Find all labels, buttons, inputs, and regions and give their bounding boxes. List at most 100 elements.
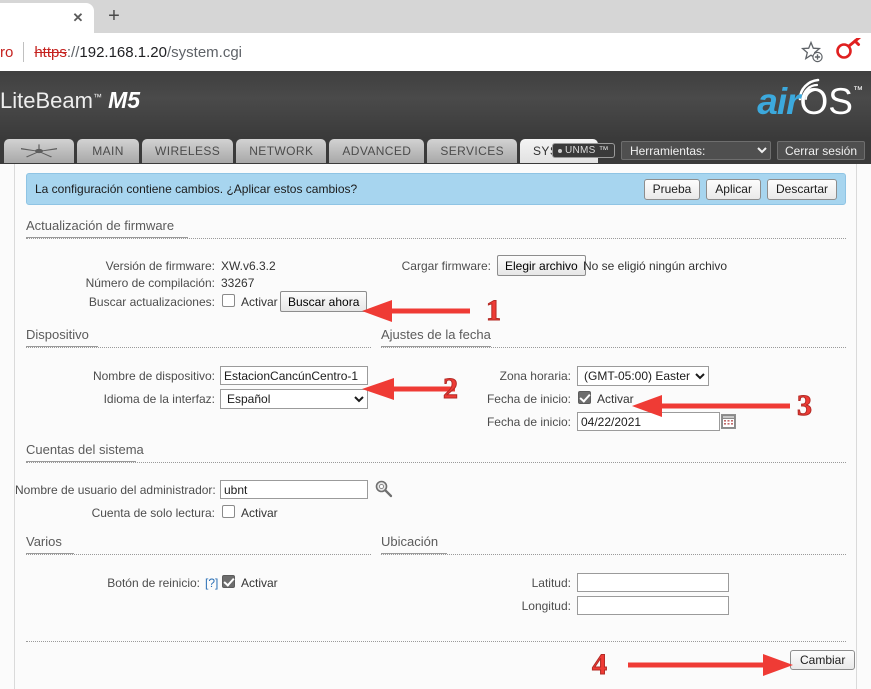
timezone-select[interactable]: (GMT-05:00) Eastern Sta — [577, 366, 709, 386]
startup-date-checkbox[interactable] — [578, 391, 591, 404]
check-now-button[interactable]: Buscar ahora — [280, 291, 367, 312]
content-panel: La configuración contiene cambios. ¿Apli… — [14, 164, 857, 689]
firmware-version-label: Versión de firmware: — [15, 259, 215, 273]
close-icon[interactable]: ✕ — [70, 10, 86, 26]
reset-button-checkbox[interactable] — [222, 575, 235, 588]
unms-label: UNMS — [565, 145, 596, 156]
firmware-build-label: Número de compilación: — [15, 276, 215, 290]
device-name-input[interactable] — [220, 366, 368, 385]
interface-language-label: Idioma de la interfaz: — [15, 392, 215, 406]
check-updates-checkbox[interactable] — [222, 294, 235, 307]
airos-app: LiteBeam™ M5 air OS ™ — [0, 71, 871, 689]
discard-button[interactable]: Descartar — [767, 179, 837, 200]
url-scheme: https — [34, 44, 67, 61]
check-updates-activar-label: Activar — [241, 295, 278, 309]
navbar-right-actions: UNMS ™ Herramientas: Cerrar sesión — [552, 141, 865, 160]
password-key-icon[interactable] — [375, 480, 393, 503]
alert-action-buttons: Prueba Aplicar Descartar — [644, 179, 837, 200]
product-model: M5 — [108, 87, 140, 113]
choose-file-button[interactable]: Elegir archivo — [497, 255, 586, 276]
apply-button[interactable]: Aplicar — [706, 179, 761, 200]
device-section-title: Dispositivo — [26, 327, 89, 344]
change-button[interactable]: Cambiar — [790, 650, 855, 670]
tab-services[interactable]: SERVICES — [427, 139, 517, 163]
tools-dropdown[interactable]: Herramientas: — [621, 141, 771, 160]
timezone-label: Zona horaria: — [405, 369, 571, 383]
upload-firmware-label: Cargar firmware: — [395, 259, 491, 273]
startup-date-label: Fecha de inicio: — [405, 415, 571, 429]
firmware-section-title: Actualización de firmware — [26, 218, 174, 235]
browser-tab[interactable]: iste ✕ — [0, 3, 94, 33]
logout-button[interactable]: Cerrar sesión — [777, 141, 865, 160]
unms-trademark: ™ — [599, 145, 609, 156]
startup-date-input[interactable] — [577, 412, 720, 431]
annotation-number-1: 1 — [486, 296, 501, 326]
address-bar[interactable]: https://192.168.1.20/system.cgi — [34, 38, 799, 66]
footer-rule — [26, 641, 846, 642]
calendar-icon[interactable] — [721, 414, 736, 429]
alert-message: La configuración contiene cambios. ¿Apli… — [35, 182, 644, 196]
airos-logo: air OS ™ — [757, 83, 863, 121]
toolbar-divider — [23, 42, 24, 62]
airos-header: LiteBeam™ M5 air OS ™ — [0, 71, 871, 139]
firmware-section-rule — [26, 238, 846, 239]
annotation-number-3: 3 — [797, 391, 812, 421]
readonly-activar-label: Activar — [241, 506, 278, 520]
tab-advanced[interactable]: ADVANCED — [329, 139, 424, 163]
airos-content: La configuración contiene cambios. ¿Apli… — [0, 164, 871, 689]
ubiquiti-logo-tab[interactable] — [4, 139, 74, 163]
browser-tab-title: iste — [0, 11, 66, 25]
misc-section-rule — [26, 554, 371, 555]
security-label: ro — [0, 44, 13, 61]
check-updates-label: Buscar actualizaciones: — [15, 295, 215, 309]
latitude-label: Latitud: — [405, 576, 571, 590]
location-section-title: Ubicación — [381, 534, 438, 551]
logo-air-text: air — [757, 83, 799, 121]
reset-button-label: Botón de reinicio: — [15, 576, 200, 590]
product-name: LiteBeam — [0, 88, 93, 113]
test-button[interactable]: Prueba — [644, 179, 701, 200]
annotation-number-4: 4 — [592, 650, 607, 680]
config-changes-alert: La configuración contiene cambios. ¿Apli… — [26, 173, 846, 205]
date-section-title: Ajustes de la fecha — [381, 327, 491, 344]
firmware-version-value: XW.v6.3.2 — [221, 259, 276, 273]
reset-help-link[interactable]: [?] — [205, 576, 218, 590]
trademark-mark: ™ — [93, 92, 102, 102]
interface-language-select[interactable]: Español — [220, 389, 368, 409]
latitude-input[interactable] — [577, 573, 729, 592]
device-name-label: Nombre de dispositivo: — [15, 369, 215, 383]
tab-network[interactable]: NETWORK — [236, 139, 326, 163]
accounts-section-rule — [26, 462, 846, 463]
logo-trademark: ™ — [853, 85, 863, 96]
tab-wireless[interactable]: WIRELESS — [142, 139, 233, 163]
system-accounts-section-title: Cuentas del sistema — [26, 442, 144, 459]
bookmark-star-icon[interactable] — [799, 39, 825, 65]
reset-activar-label: Activar — [241, 576, 278, 590]
startup-date-enable-label: Fecha de inicio: — [405, 392, 571, 406]
location-section-rule — [381, 554, 846, 555]
url-path: /system.cgi — [167, 44, 242, 61]
longitude-input[interactable] — [577, 596, 729, 615]
longitude-label: Longitud: — [405, 599, 571, 613]
product-title: LiteBeam™ M5 — [0, 87, 140, 114]
browser-toolbar: ro https://192.168.1.20/system.cgi — [0, 33, 871, 71]
browser-tab-strip: iste ✕ + — [0, 0, 871, 33]
admin-username-input[interactable] — [220, 480, 368, 499]
new-tab-icon[interactable]: + — [100, 4, 128, 30]
startup-date-activar-label: Activar — [597, 392, 634, 406]
omnibox-actions — [799, 38, 871, 66]
no-file-chosen-text: No se eligió ningún archivo — [583, 259, 727, 273]
nav-tab-list: MAIN WIRELESS NETWORK ADVANCED SERVICES … — [4, 139, 601, 163]
admin-username-label: Nombre de usuario del administrador: — [15, 483, 215, 497]
unms-button[interactable]: UNMS ™ — [552, 143, 615, 158]
firmware-build-value: 33267 — [221, 276, 254, 290]
readonly-account-checkbox[interactable] — [222, 505, 235, 518]
password-key-icon[interactable] — [833, 38, 867, 66]
date-section-rule — [381, 347, 846, 348]
tab-main[interactable]: MAIN — [77, 139, 139, 163]
airos-navbar: MAIN WIRELESS NETWORK ADVANCED SERVICES … — [0, 139, 871, 164]
unms-status-dot — [558, 149, 562, 153]
annotation-number-2: 2 — [443, 374, 458, 404]
misc-section-title: Varios — [26, 534, 62, 551]
logo-os-text: OS — [800, 83, 853, 121]
